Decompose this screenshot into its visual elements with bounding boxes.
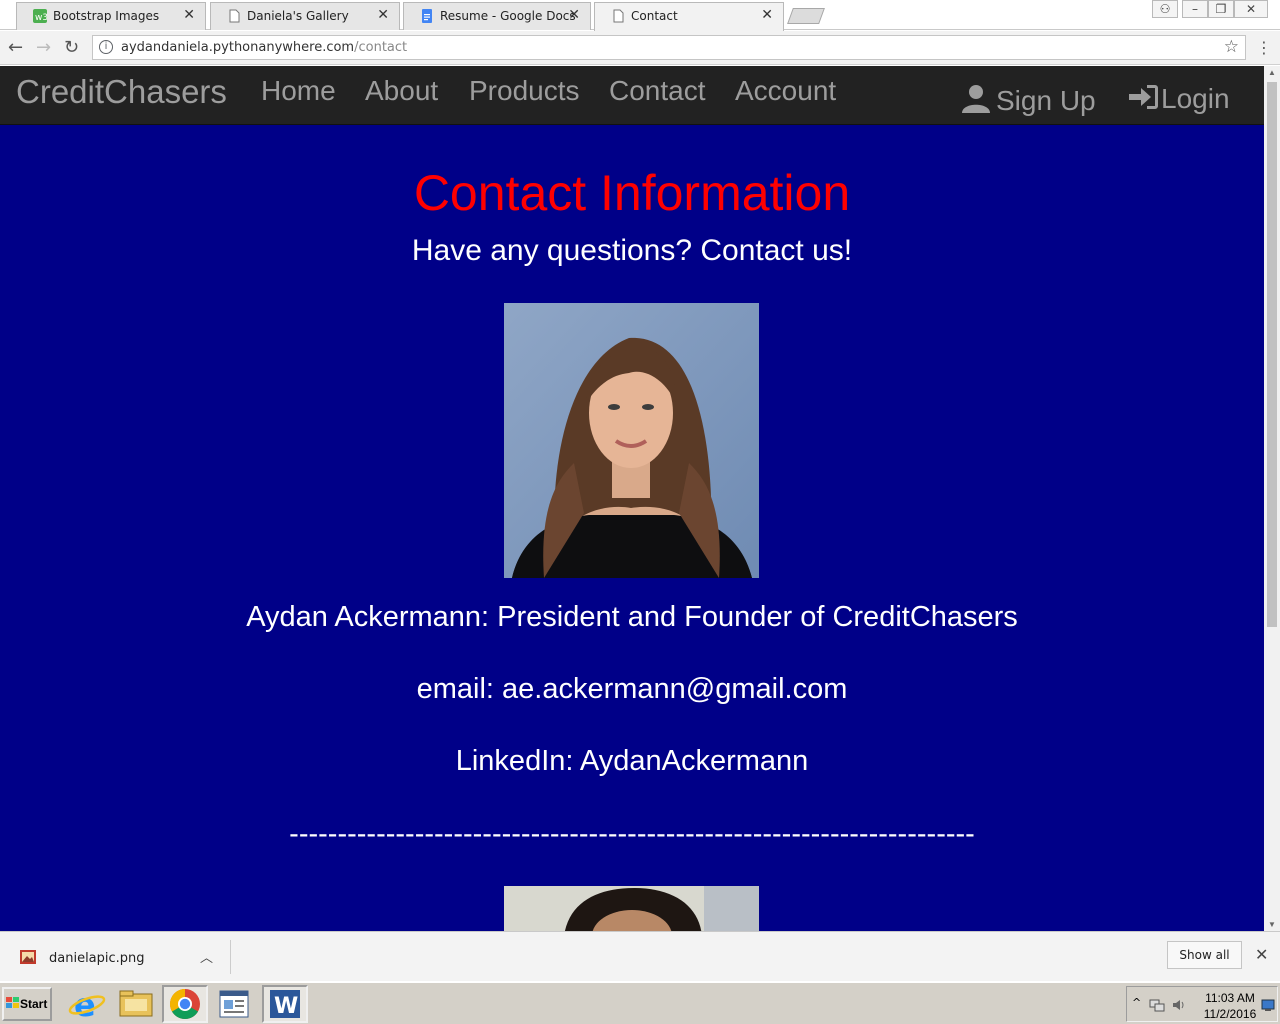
download-file-name[interactable]: danielapic.png	[49, 951, 145, 966]
show-all-button[interactable]: Show all	[1167, 941, 1242, 969]
url-text: aydandaniela.pythonanywhere.com/contact	[121, 40, 407, 55]
windows-logo-icon	[6, 997, 19, 1008]
page-title: Contact Information	[413, 165, 851, 221]
reload-icon[interactable]: ↻	[64, 37, 79, 58]
network-icon[interactable]	[1149, 997, 1165, 1013]
founder-email: email: ae.ackermann@gmail.com	[416, 673, 848, 705]
minimize-button[interactable]: –	[1182, 0, 1208, 18]
file-explorer-icon[interactable]	[113, 985, 159, 1023]
tab-resume-google-docs[interactable]: Resume - Google Docs ✕	[403, 2, 591, 30]
login-icon	[1129, 85, 1158, 109]
address-bar[interactable]: i aydandaniela.pythonanywhere.com/contac…	[92, 35, 1246, 60]
taskbar: Start e W ^ 11:03 AM 11/2/2016	[0, 981, 1280, 1024]
nav-account[interactable]: Account	[735, 75, 836, 107]
chevron-up-icon[interactable]: ︿	[200, 947, 213, 966]
tab-close-icon[interactable]: ✕	[377, 7, 389, 23]
scroll-down-arrow-icon[interactable]: ▼	[1268, 920, 1276, 929]
system-tray: ^ 11:03 AM 11/2/2016	[1126, 986, 1278, 1022]
login-link[interactable]: Login	[1127, 83, 1230, 115]
nav-products[interactable]: Products	[469, 75, 580, 107]
site-brand[interactable]: CreditChasers	[16, 73, 227, 111]
portrait-photo	[504, 303, 759, 578]
volume-icon[interactable]	[1171, 997, 1187, 1013]
sign-up-label: Sign Up	[996, 85, 1096, 116]
start-button[interactable]: Start	[2, 987, 52, 1021]
scroll-up-arrow-icon[interactable]: ▲	[1268, 68, 1276, 77]
word-pad-icon[interactable]	[211, 985, 257, 1023]
close-window-button[interactable]: ✕	[1234, 0, 1268, 18]
restore-button[interactable]: ❐	[1208, 0, 1234, 18]
tab-title: Contact	[631, 9, 678, 23]
bookmark-star-icon[interactable]: ☆	[1224, 37, 1239, 57]
tab-title: Daniela's Gallery	[247, 9, 349, 23]
page-icon	[613, 9, 624, 23]
download-shelf: danielapic.png ︿ Show all ✕	[0, 931, 1280, 981]
clock-date[interactable]: 11/2/2016	[1201, 1007, 1259, 1021]
browser-toolbar: ← → ↻ i aydandaniela.pythonanywhere.com/…	[0, 31, 1280, 65]
nav-about[interactable]: About	[365, 75, 438, 107]
url-host: aydandaniela.pythonanywhere.com	[121, 40, 355, 55]
browser-menu-icon[interactable]: ⋮	[1256, 38, 1272, 57]
profile-icon[interactable]: ⚇	[1152, 0, 1178, 18]
founder-linkedin: LinkedIn: AydanAckermann	[455, 745, 809, 777]
page-scrollbar[interactable]: ▲ ▼	[1264, 66, 1280, 931]
info-icon[interactable]: i	[99, 40, 113, 54]
svg-text:w3: w3	[35, 13, 47, 23]
section-separator: ----------------------------------------…	[289, 818, 975, 850]
clock-time[interactable]: 11:03 AM	[1201, 991, 1259, 1005]
new-tab-button[interactable]	[787, 8, 825, 24]
microsoft-word-icon[interactable]: W	[262, 985, 308, 1023]
page-viewport: CreditChasers Home About Products Contac…	[0, 66, 1264, 931]
forward-arrow-icon[interactable]: →	[36, 37, 51, 58]
tab-close-icon[interactable]: ✕	[761, 7, 773, 23]
sign-up-link[interactable]: Sign Up	[960, 83, 1096, 117]
nav-home[interactable]: Home	[261, 75, 336, 107]
tab-contact[interactable]: Contact ✕	[594, 2, 784, 31]
shelf-divider	[230, 940, 231, 974]
start-label: Start	[20, 997, 48, 1011]
browser-tab-strip: w3 Bootstrap Images ✕ Daniela's Gallery …	[0, 0, 1280, 31]
docs-icon	[422, 9, 432, 23]
tab-close-icon[interactable]: ✕	[183, 7, 195, 23]
founder-name: Aydan Ackermann: President and Founder o…	[246, 601, 1018, 633]
user-icon	[962, 85, 990, 113]
scrollbar-thumb[interactable]	[1267, 82, 1277, 627]
portrait-photo-second	[504, 886, 759, 931]
tab-danielas-gallery[interactable]: Daniela's Gallery ✕	[210, 2, 400, 30]
page-subtitle: Have any questions? Contact us!	[411, 234, 853, 267]
tab-bootstrap-images[interactable]: w3 Bootstrap Images ✕	[16, 2, 206, 30]
internet-explorer-icon[interactable]: e	[64, 985, 110, 1024]
chevron-up-icon[interactable]: ^	[1132, 996, 1141, 1009]
site-navbar: CreditChasers Home About Products Contac…	[0, 66, 1264, 125]
image-file-icon	[20, 950, 36, 964]
close-icon[interactable]: ✕	[1255, 945, 1268, 964]
w3schools-icon: w3	[33, 9, 47, 23]
url-path: /contact	[354, 40, 408, 55]
svg-text:W: W	[274, 994, 298, 1019]
tab-close-icon[interactable]: ✕	[568, 7, 580, 23]
show-desktop-icon[interactable]	[1261, 998, 1275, 1012]
nav-contact[interactable]: Contact	[609, 75, 706, 107]
chrome-icon[interactable]	[162, 985, 208, 1023]
login-label: Login	[1161, 83, 1230, 114]
tab-title: Bootstrap Images	[53, 9, 160, 23]
tab-title: Resume - Google Docs	[440, 9, 576, 23]
back-arrow-icon[interactable]: ←	[8, 37, 23, 58]
page-icon	[229, 9, 240, 23]
svg-text:e: e	[74, 986, 96, 1023]
